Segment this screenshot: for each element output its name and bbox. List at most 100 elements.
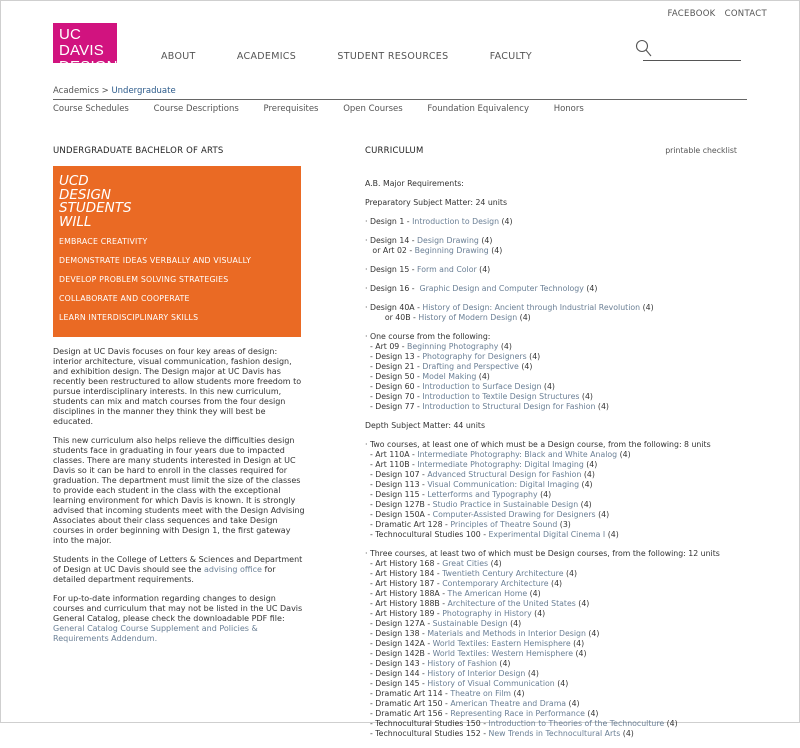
search-icon[interactable] xyxy=(635,39,653,59)
course-units: (4) xyxy=(525,669,539,678)
course-title-link[interactable]: History of Design: Ancient through Indus… xyxy=(422,303,640,312)
course-code: - Technocultural Studies 152 - xyxy=(365,729,489,738)
course-title-link[interactable]: History of Visual Communication xyxy=(427,679,554,688)
course-code: - Design 144 - xyxy=(365,669,428,678)
depth-subject-title: Depth Subject Matter: 44 units xyxy=(365,421,486,430)
course-title-link[interactable]: Graphic Design and Computer Technology xyxy=(420,284,584,293)
course-title-link[interactable]: Visual Communication: Digital Imaging xyxy=(427,480,579,489)
course-units: (3) xyxy=(557,520,571,529)
course-title-link[interactable]: Materials and Methods in Interior Design xyxy=(427,629,586,638)
contact-link[interactable]: CONTACT xyxy=(725,9,767,19)
nav-academics[interactable]: ACADEMICS xyxy=(237,51,296,62)
course-code: - Design 150A - xyxy=(365,510,433,519)
course-code: - Design 60 - xyxy=(365,382,423,391)
course-title-link[interactable]: World Textiles: Eastern Hemisphere xyxy=(433,639,571,648)
course-line: - Design 127A - Sustainable Design (4) xyxy=(365,619,745,629)
course-units: (4) xyxy=(579,480,593,489)
course-code: - Design 138 - xyxy=(365,629,428,638)
course-line: - Design 70 - Introduction to Textile De… xyxy=(365,392,745,402)
course-title-link[interactable]: Sustainable Design xyxy=(433,619,508,628)
course-line: - Design 115 - Letterforms and Typograph… xyxy=(365,490,745,500)
course-code: - Design 113 - xyxy=(365,480,428,489)
course-title-link[interactable]: History of Interior Design xyxy=(427,669,525,678)
major-requirements-title: A.B. Major Requirements: xyxy=(365,179,464,188)
course-title-link[interactable]: Drafting and Perspective xyxy=(422,362,519,371)
course-title-link[interactable]: Photography for Designers xyxy=(422,352,526,361)
nav-about[interactable]: ABOUT xyxy=(161,51,196,62)
facebook-link[interactable]: FACEBOOK xyxy=(667,9,715,19)
course-title-link[interactable]: Photography in History xyxy=(442,609,531,618)
course-title-link[interactable]: Advanced Structural Design for Fashion xyxy=(427,470,581,479)
course-code: - Design 50 - xyxy=(365,372,423,381)
course-units: (4) xyxy=(511,689,525,698)
course-title-link[interactable]: Contemporary Architecture xyxy=(442,579,548,588)
search-input[interactable] xyxy=(635,39,741,63)
course-title-link[interactable]: Introduction to Surface Design xyxy=(422,382,541,391)
course-title-link[interactable]: Intermediate Photography: Digital Imagin… xyxy=(417,460,583,469)
course-line: · Design 15 - Form and Color (4) xyxy=(365,265,745,275)
course-title-link[interactable]: Representing Race in Performance xyxy=(450,709,585,718)
course-title-link[interactable]: Twentieth Century Architecture xyxy=(442,569,563,578)
course-title-link[interactable]: Introduction to Structural Design for Fa… xyxy=(422,402,595,411)
subnav-course-descriptions[interactable]: Course Descriptions xyxy=(154,104,239,114)
course-group: · Design 1 - Introduction to Design (4) xyxy=(365,217,745,227)
subnav-course-schedules[interactable]: Course Schedules xyxy=(53,104,129,114)
subnav-honors[interactable]: Honors xyxy=(554,104,584,114)
course-code: · Three courses, at least two of which m… xyxy=(365,549,720,558)
course-title-link[interactable]: Great Cities xyxy=(442,559,488,568)
course-title-link[interactable]: Introduction to Textile Design Structure… xyxy=(422,392,579,401)
course-title-link[interactable]: Theatre on Film xyxy=(450,689,511,698)
course-units: (4) xyxy=(476,372,490,381)
course-title-link[interactable]: Introduction to Design xyxy=(412,217,499,226)
course-title-link[interactable]: Architecture of the United States xyxy=(448,599,576,608)
course-line: - Art 09 - Beginning Photography (4) xyxy=(365,342,745,352)
sub-nav: Course Schedules Course Descriptions Pre… xyxy=(53,104,606,114)
nav-faculty[interactable]: FACULTY xyxy=(490,51,532,62)
course-title-link[interactable]: Intermediate Photography: Black and Whit… xyxy=(417,450,617,459)
course-line: - Art 110A - Intermediate Photography: B… xyxy=(365,450,745,460)
course-line: - Design 142A - World Textiles: Eastern … xyxy=(365,639,745,649)
search-underline xyxy=(643,60,741,61)
course-line: - Dramatic Art 114 - Theatre on Film (4) xyxy=(365,689,745,699)
course-title-link[interactable]: Beginning Drawing xyxy=(415,246,489,255)
course-line: or Art 02 - Beginning Drawing (4) xyxy=(365,246,745,256)
course-title-link[interactable]: History of Modern Design xyxy=(418,313,517,322)
course-title-link[interactable]: History of Fashion xyxy=(427,659,497,668)
course-title-link[interactable]: Model Making xyxy=(422,372,476,381)
course-title-link[interactable]: American Theatre and Drama xyxy=(450,699,566,708)
course-title-link[interactable]: Letterforms and Typography xyxy=(427,490,537,499)
course-title-link[interactable]: Principles of Theatre Sound xyxy=(450,520,557,529)
course-line: - Design 77 - Introduction to Structural… xyxy=(365,402,745,412)
course-title-link[interactable]: Introduction to Theories of the Technocu… xyxy=(489,719,665,728)
course-title-link[interactable]: The American Home xyxy=(448,589,528,598)
subnav-prerequisites[interactable]: Prerequisites xyxy=(264,104,319,114)
advising-office-link[interactable]: advising office xyxy=(204,565,262,574)
course-title-link[interactable]: Beginning Photography xyxy=(407,342,498,351)
course-units: (4) xyxy=(579,392,593,401)
subnav-open-courses[interactable]: Open Courses xyxy=(343,104,403,114)
course-title-link[interactable]: Experimental Digital Cinema I xyxy=(489,530,606,539)
nav-student-resources[interactable]: STUDENT RESOURCES xyxy=(337,51,448,62)
course-code: - Design 77 - xyxy=(365,402,423,411)
course-units: (4) xyxy=(488,559,502,568)
breadcrumb-academics[interactable]: Academics xyxy=(53,86,99,96)
course-title-link[interactable]: World Textiles: Western Hemisphere xyxy=(433,649,573,658)
subnav-foundation-equivalency[interactable]: Foundation Equivalency xyxy=(427,104,529,114)
course-title-link[interactable]: New Trends in Technocultural Arts xyxy=(489,729,621,738)
course-units: (4) xyxy=(578,500,592,509)
catalog-supplement-link[interactable]: General Catalog Course Supplement and Po… xyxy=(53,624,258,643)
printable-checklist-link[interactable]: printable checklist xyxy=(665,146,737,155)
course-line: - Design 143 - History of Fashion (4) xyxy=(365,659,745,669)
course-code: - Design 21 - xyxy=(365,362,423,371)
site-logo[interactable]: UC DAVIS DESIGN xyxy=(53,23,118,75)
course-code: - Art History 184 - xyxy=(365,569,443,578)
course-title-link[interactable]: Design Drawing xyxy=(417,236,479,245)
promo-panel: UCD DESIGN STUDENTS WILL EMBRACE CREATIV… xyxy=(53,166,301,337)
breadcrumb-current[interactable]: Undergraduate xyxy=(111,86,175,96)
course-title-link[interactable]: Computer-Assisted Drawing for Designers xyxy=(433,510,596,519)
course-units: (4) xyxy=(575,599,590,608)
course-code: · Two courses, at least one of which mus… xyxy=(365,440,711,449)
course-line: · Two courses, at least one of which mus… xyxy=(365,440,745,450)
course-title-link[interactable]: Form and Color xyxy=(417,265,477,274)
course-title-link[interactable]: Studio Practice in Sustainable Design xyxy=(433,500,579,509)
